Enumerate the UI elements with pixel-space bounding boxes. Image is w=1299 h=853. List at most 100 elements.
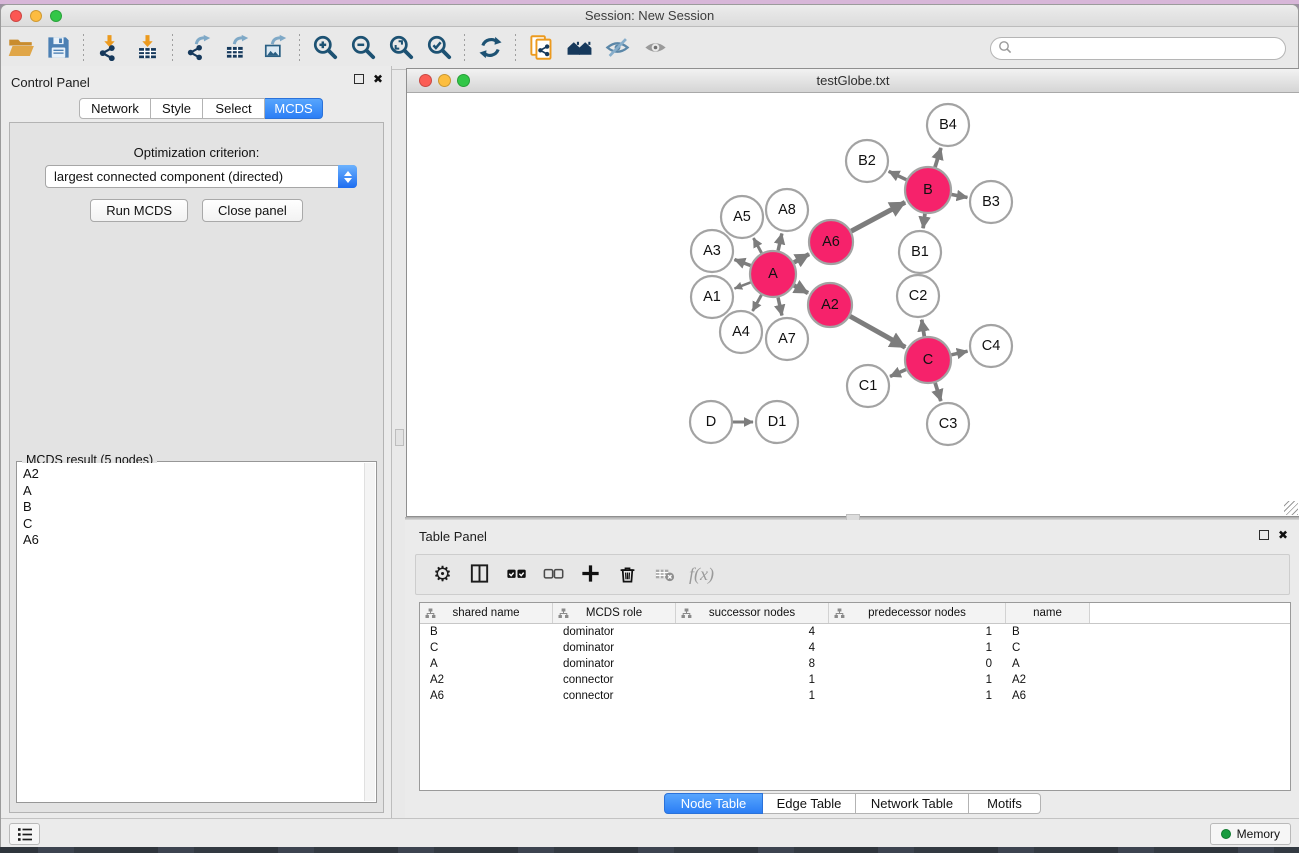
cell[interactable]: A xyxy=(420,658,553,670)
tab-style[interactable]: Style xyxy=(151,98,203,119)
node-C[interactable]: C xyxy=(905,337,951,383)
node-A8[interactable]: A8 xyxy=(766,189,808,231)
node-D1[interactable]: D1 xyxy=(756,401,798,443)
node-C2[interactable]: C2 xyxy=(897,275,939,317)
cell[interactable]: A6 xyxy=(1006,690,1090,702)
save-session-button[interactable] xyxy=(39,31,77,67)
mcds-result-item[interactable]: B xyxy=(18,499,364,516)
edge-A-A1[interactable] xyxy=(734,282,750,288)
run-mcds-button[interactable]: Run MCDS xyxy=(90,199,188,222)
cell[interactable]: 1 xyxy=(829,626,1006,638)
node-A1[interactable]: A1 xyxy=(691,276,733,318)
control-panel-float-icon[interactable] xyxy=(354,74,364,84)
edge-A-A2[interactable] xyxy=(794,285,808,293)
mcds-result-list[interactable]: A2ABCA6 xyxy=(18,463,364,801)
cell[interactable]: 4 xyxy=(676,642,829,654)
edge-A-A7[interactable] xyxy=(778,297,782,315)
cell[interactable]: connector xyxy=(553,674,676,686)
edge-A6-B[interactable] xyxy=(851,202,905,231)
column-header-MCDS-role[interactable]: MCDS role xyxy=(553,603,676,623)
import-table-button[interactable] xyxy=(128,31,166,67)
edge-A-A6[interactable] xyxy=(794,254,809,262)
select-all-button[interactable] xyxy=(498,558,535,592)
node-A7[interactable]: A7 xyxy=(766,318,808,360)
zoom-fit-button[interactable] xyxy=(382,31,420,67)
tab-select[interactable]: Select xyxy=(203,98,265,119)
export-table-button[interactable] xyxy=(217,31,255,67)
control-panel-close-icon[interactable]: ✖ xyxy=(373,73,383,85)
node-C3[interactable]: C3 xyxy=(927,403,969,445)
edge-A-A3[interactable] xyxy=(734,259,750,265)
node-A3[interactable]: A3 xyxy=(691,230,733,272)
eye-button[interactable] xyxy=(636,31,674,67)
edge-B-B2[interactable] xyxy=(889,171,907,179)
network-graph[interactable]: AA1A2A3A4A5A6A7A8BB1B2B3B4CC1C2C3C4DD1 xyxy=(407,93,1299,516)
edge-A-A5[interactable] xyxy=(753,238,761,253)
node-C1[interactable]: C1 xyxy=(847,365,889,407)
column-header-successor-nodes[interactable]: successor nodes xyxy=(676,603,829,623)
cell[interactable]: 1 xyxy=(676,674,829,686)
cell[interactable]: C xyxy=(420,642,553,654)
cell[interactable]: A2 xyxy=(1006,674,1090,686)
optimization-criterion-dropdown[interactable]: largest connected component (directed) xyxy=(45,165,357,188)
apply-layout-button[interactable] xyxy=(471,31,509,67)
node-B1[interactable]: B1 xyxy=(899,231,941,273)
cell[interactable]: connector xyxy=(553,690,676,702)
node-B[interactable]: B xyxy=(905,167,951,213)
table-row[interactable]: Cdominator41C xyxy=(420,640,1290,656)
cell[interactable]: 4 xyxy=(676,626,829,638)
mcds-result-item[interactable]: C xyxy=(18,516,364,533)
cell[interactable]: A6 xyxy=(420,690,553,702)
table-row[interactable]: Adominator80A xyxy=(420,656,1290,672)
delete-column-button[interactable] xyxy=(609,558,646,592)
cell[interactable]: A xyxy=(1006,658,1090,670)
node-A4[interactable]: A4 xyxy=(720,311,762,353)
document-network-button[interactable] xyxy=(522,31,560,67)
import-network-button[interactable] xyxy=(90,31,128,67)
table-panel-close-icon[interactable]: ✖ xyxy=(1278,529,1288,541)
zoom-selected-button[interactable] xyxy=(420,31,458,67)
cell[interactable]: B xyxy=(1006,626,1090,638)
edge-B-B3[interactable] xyxy=(952,194,968,197)
edge-A2-C[interactable] xyxy=(850,316,905,347)
cell[interactable]: 8 xyxy=(676,658,829,670)
cell[interactable]: 1 xyxy=(676,690,829,702)
open-file-button[interactable] xyxy=(1,31,39,67)
vertical-splitter-handle[interactable] xyxy=(395,429,404,446)
node-B4[interactable]: B4 xyxy=(927,104,969,146)
edge-C-C4[interactable] xyxy=(951,351,967,355)
cell[interactable]: dominator xyxy=(553,626,676,638)
node-A[interactable]: A xyxy=(750,251,796,297)
node-A6[interactable]: A6 xyxy=(809,220,853,264)
split-panel-button[interactable] xyxy=(461,558,498,592)
cell[interactable]: dominator xyxy=(553,642,676,654)
cell[interactable]: 1 xyxy=(829,642,1006,654)
edge-A-A4[interactable] xyxy=(753,295,762,311)
node-C4[interactable]: C4 xyxy=(970,325,1012,367)
mcds-result-item[interactable]: A6 xyxy=(18,532,364,549)
zoom-out-button[interactable] xyxy=(344,31,382,67)
memory-button[interactable]: Memory xyxy=(1210,823,1291,845)
edge-A-A8[interactable] xyxy=(778,233,782,250)
deselect-all-button[interactable] xyxy=(535,558,572,592)
edge-C-C3[interactable] xyxy=(935,383,941,401)
cell[interactable]: 0 xyxy=(829,658,1006,670)
table-row[interactable]: A6connector11A6 xyxy=(420,688,1290,704)
table-row[interactable]: Bdominator41B xyxy=(420,624,1290,640)
search-field[interactable] xyxy=(990,37,1286,60)
column-header-shared-name[interactable]: shared name xyxy=(420,603,553,623)
column-header-name[interactable]: name xyxy=(1006,603,1090,623)
search-input[interactable] xyxy=(1012,38,1285,59)
houses-button[interactable] xyxy=(560,31,598,67)
table-panel-float-icon[interactable] xyxy=(1259,530,1269,540)
table-row[interactable]: A2connector11A2 xyxy=(420,672,1290,688)
edge-B-B4[interactable] xyxy=(935,148,941,167)
network-view-titlebar[interactable]: testGlobe.txt xyxy=(407,69,1299,93)
edge-B-B1[interactable] xyxy=(923,214,925,228)
mcds-result-scrollbar[interactable] xyxy=(364,463,375,801)
tab-motifs[interactable]: Motifs xyxy=(969,793,1041,814)
cell[interactable]: A2 xyxy=(420,674,553,686)
cell[interactable]: 1 xyxy=(829,690,1006,702)
node-A5[interactable]: A5 xyxy=(721,196,763,238)
eye-crossed-button[interactable] xyxy=(598,31,636,67)
